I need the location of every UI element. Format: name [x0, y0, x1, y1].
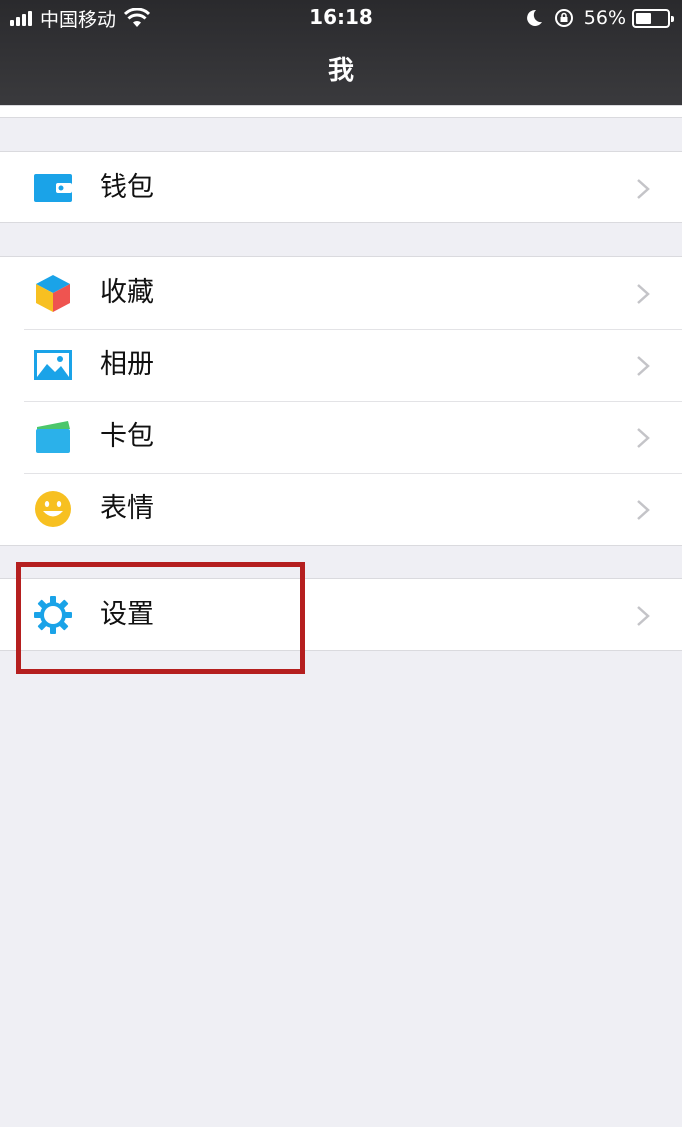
list-item-label: 表情	[100, 493, 154, 524]
content-group: 收藏 相册 卡包 表情	[0, 256, 682, 546]
list-item-album[interactable]: 相册	[0, 329, 682, 401]
chevron-right-icon	[637, 356, 650, 376]
list-item-card-pack[interactable]: 卡包	[0, 401, 682, 473]
list-item-favorites[interactable]: 收藏	[0, 257, 682, 329]
list-item-stickers[interactable]: 表情	[0, 473, 682, 545]
app-header: 中国移动 16:18 56% 我	[0, 0, 682, 105]
list-item-label: 收藏	[100, 277, 154, 308]
wallet-icon	[34, 174, 72, 202]
top-group-edge	[0, 105, 682, 118]
list-item-label: 相册	[100, 349, 154, 380]
smiley-icon	[35, 491, 71, 527]
battery-percent: 56%	[583, 7, 626, 29]
list-item-wallet[interactable]: 钱包	[0, 152, 682, 224]
chevron-right-icon	[637, 606, 650, 626]
moon-icon	[526, 9, 542, 26]
card-pack-icon	[36, 421, 70, 453]
chevron-right-icon	[637, 179, 650, 199]
highlight-box	[16, 562, 305, 674]
favorites-cube-icon	[36, 275, 70, 312]
rotation-lock-icon	[554, 9, 573, 27]
page-title: 我	[327, 56, 354, 86]
list-item-label: 卡包	[100, 421, 154, 452]
status-right: 56%	[524, 5, 674, 31]
status-bar: 中国移动 16:18 56%	[0, 0, 682, 36]
chevron-right-icon	[637, 284, 650, 304]
battery-icon	[632, 8, 674, 28]
chevron-right-icon	[637, 428, 650, 448]
album-icon	[34, 350, 72, 380]
chevron-right-icon	[637, 500, 650, 520]
wallet-group: 钱包	[0, 151, 682, 223]
list-item-label: 钱包	[100, 172, 154, 203]
